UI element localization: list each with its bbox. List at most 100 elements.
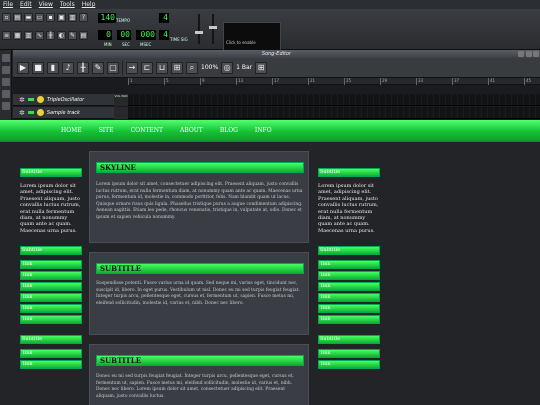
time-sig-numerator[interactable]: 4 <box>159 13 169 23</box>
instrument-icon[interactable] <box>36 96 44 103</box>
record-accompany-icon[interactable]: ♪ <box>62 61 74 74</box>
right-link[interactable]: link <box>318 360 380 370</box>
left-link[interactable]: link <box>20 360 82 370</box>
controller-rack-icon[interactable]: ◐ <box>57 31 66 40</box>
stop-behaviour-icon[interactable]: ⊞ <box>171 61 183 74</box>
nav-info[interactable]: INFO <box>255 127 272 134</box>
track-name[interactable]: TripleOscillator <box>47 97 84 103</box>
right-link[interactable]: link <box>318 282 380 292</box>
sample-icon[interactable] <box>36 109 44 116</box>
timeline-ruler[interactable]: 1 5 9 13 17 21 25 29 33 37 41 45 <box>128 78 540 85</box>
nav-site[interactable]: SITE <box>99 127 114 134</box>
export-icon[interactable]: ▣ <box>57 13 66 22</box>
master-pitch-knob[interactable] <box>209 26 217 29</box>
track-name[interactable]: Sample track <box>47 110 80 116</box>
home-icon[interactable] <box>2 102 10 110</box>
tempo-display[interactable]: 140 <box>98 13 116 23</box>
save-icon[interactable]: ▪ <box>46 13 55 22</box>
song-editor-icon[interactable]: ≡ <box>2 31 11 40</box>
song-editor-window: Song-Editor ▶ ■ ▮ ♪ ╫ ✎ ▢ → ⊏ ⊔ ⊞ ⌕ 100%… <box>13 50 540 120</box>
menu-help[interactable]: Help <box>82 1 96 8</box>
draw-mode-icon[interactable]: ✎ <box>92 61 104 74</box>
add-automation-icon[interactable]: ⊏ <box>141 61 153 74</box>
left-link[interactable]: link <box>20 260 82 270</box>
open-project-icon[interactable]: ▬ <box>24 13 33 22</box>
min-label: MIN <box>104 42 112 47</box>
snap-icon[interactable]: ⊞ <box>255 61 268 74</box>
minimize-icon[interactable] <box>518 51 524 57</box>
mute-led-icon[interactable] <box>27 111 34 114</box>
piano-roll-icon[interactable]: ▥ <box>24 31 33 40</box>
left-link[interactable]: link <box>20 349 82 359</box>
menu-edit[interactable]: Edit <box>20 1 32 8</box>
menu-tools[interactable]: Tools <box>60 1 75 8</box>
left-link[interactable]: link <box>20 282 82 292</box>
beat-editor-icon[interactable]: ▦ <box>13 31 22 40</box>
left-link[interactable]: link <box>20 293 82 303</box>
template-icon[interactable]: ▤ <box>13 13 22 22</box>
nav-about[interactable]: ABOUT <box>180 127 203 134</box>
right-link[interactable]: link <box>318 349 380 359</box>
stop-icon[interactable]: ■ <box>32 61 44 74</box>
menu-view[interactable]: View <box>39 1 53 8</box>
mute-led-icon[interactable] <box>27 98 34 101</box>
time-sig-denominator[interactable]: 4 <box>159 30 169 40</box>
left-link[interactable]: link <box>20 271 82 281</box>
my-presets-icon[interactable] <box>2 90 10 98</box>
ruler-tick: 37 <box>452 78 460 85</box>
automation-editor-icon[interactable]: ∿ <box>35 31 44 40</box>
bar-quantize-value[interactable]: 1 Bar <box>236 64 252 71</box>
zoom-value[interactable]: 100% <box>201 64 218 71</box>
play-icon[interactable]: ▶ <box>17 61 29 74</box>
ruler-tick: 25 <box>344 78 352 85</box>
add-beat-track-icon[interactable]: ╫ <box>77 61 89 74</box>
nav-blog[interactable]: BLOG <box>220 127 238 134</box>
right-link[interactable]: link <box>318 304 380 314</box>
left-link[interactable]: link <box>20 315 82 325</box>
master-volume-knob[interactable] <box>195 31 203 34</box>
my-samples-icon[interactable] <box>2 78 10 86</box>
right-link[interactable]: link <box>318 260 380 270</box>
quantize-icon[interactable]: ◎ <box>221 61 234 74</box>
new-project-icon[interactable]: ▫ <box>2 13 11 22</box>
gear-icon[interactable]: ✲ <box>19 109 25 117</box>
left-link[interactable]: link <box>20 304 82 314</box>
project-notes-icon[interactable]: ▤ <box>79 31 88 40</box>
recent-icon[interactable]: ▭ <box>35 13 44 22</box>
menu-file[interactable]: File <box>3 1 13 8</box>
track-header[interactable]: ✲ TripleOscillator <box>13 94 114 106</box>
master-pitch-slider[interactable] <box>212 14 214 44</box>
close-icon[interactable] <box>533 51 539 57</box>
track-header[interactable]: ✲ Sample track <box>13 107 114 119</box>
loop-icon[interactable]: ⊔ <box>156 61 168 74</box>
content-panel: SUBTITLE Donec eu mi sed turpis feugiat … <box>89 344 309 405</box>
what-this-icon[interactable]: ? <box>79 13 88 22</box>
notes-icon[interactable]: ✎ <box>68 31 77 40</box>
right-link[interactable]: link <box>318 293 380 303</box>
right-link[interactable]: link <box>318 271 380 281</box>
track-vol-pan[interactable]: VOL PAN <box>114 94 128 106</box>
add-sample-track-icon[interactable]: → <box>126 61 138 74</box>
track-vol-pan[interactable] <box>114 107 128 119</box>
nav-content[interactable]: CONTENT <box>131 127 163 134</box>
record-icon[interactable]: ▮ <box>47 61 59 74</box>
left-text: Lorem ipsum dolor sit amet, adipiscing e… <box>20 183 81 234</box>
nav-home[interactable]: HOME <box>61 127 82 134</box>
export-tracks-icon[interactable]: ▥ <box>68 13 77 22</box>
panel-text: Donec eu mi sed turpis feugiat feugiat. … <box>96 374 294 399</box>
instrument-plugins-icon[interactable] <box>2 54 10 62</box>
side-bar <box>0 50 12 120</box>
time-min: 0 <box>98 30 112 40</box>
my-projects-icon[interactable] <box>2 66 10 74</box>
right-subtitle: Subtitle <box>318 335 380 345</box>
master-volume-slider[interactable] <box>198 14 200 44</box>
edit-mode-icon[interactable]: ▢ <box>107 61 119 74</box>
time-sec: 00 <box>117 30 131 40</box>
mixer-icon[interactable]: ╫ <box>46 31 55 40</box>
right-link[interactable]: link <box>318 315 380 325</box>
gear-icon[interactable]: ✲ <box>19 96 25 104</box>
zoom-icon[interactable]: ⌕ <box>186 61 198 74</box>
track-lane[interactable] <box>128 94 540 106</box>
track-lane[interactable] <box>128 107 540 119</box>
maximize-icon[interactable] <box>526 51 532 57</box>
